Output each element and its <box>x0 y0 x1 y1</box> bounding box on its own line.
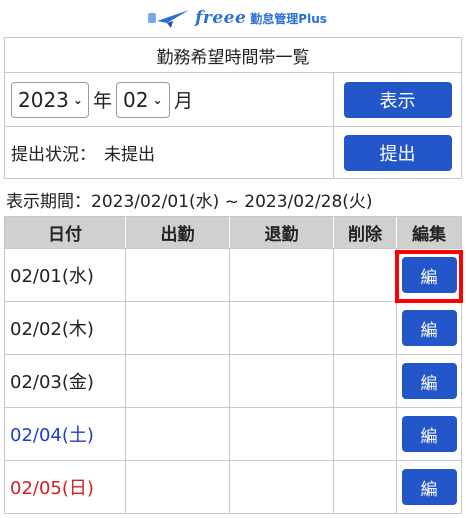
row-date-saturday: 02/04(土) <box>5 408 126 460</box>
row-clock-out <box>230 249 334 301</box>
submit-button-cell: 提出 <box>334 127 461 178</box>
period-filter: 2023 ⌄ 年 02 ⌄ 月 表示 <box>4 72 462 127</box>
row-edit-cell: 編 <box>397 249 461 301</box>
paper-plane-icon <box>148 10 190 28</box>
row-edit-cell: 編 <box>397 355 461 407</box>
row-delete-cell <box>334 408 397 460</box>
header-delete: 削除 <box>334 217 397 248</box>
row-edit-cell: 編 <box>397 408 461 460</box>
row-clock-out <box>230 461 334 513</box>
header-clock-out: 退勤 <box>230 217 334 248</box>
submission-status: 提出状況： 未提出 提出 <box>4 127 462 179</box>
submit-button[interactable]: 提出 <box>343 134 452 171</box>
page-title: 勤務希望時間帯一覧 <box>4 37 462 72</box>
period-selectors: 2023 ⌄ 年 02 ⌄ 月 <box>5 73 334 126</box>
chevron-down-icon: ⌄ <box>72 92 83 107</box>
edit-button[interactable]: 編 <box>401 310 457 346</box>
show-button-cell: 表示 <box>334 73 461 126</box>
brand-product-name: 勤怠管理Plus <box>250 11 327 26</box>
row-delete-cell <box>334 355 397 407</box>
row-date-sunday: 02/05(日) <box>5 461 126 513</box>
edit-button[interactable]: 編 <box>401 469 457 505</box>
header-clock-in: 出勤 <box>126 217 230 248</box>
chevron-down-icon: ⌄ <box>152 92 163 107</box>
app-header: freee 勤怠管理Plus <box>0 0 466 36</box>
row-delete-cell <box>334 249 397 301</box>
status-info: 提出状況： 未提出 <box>5 127 334 178</box>
row-clock-in <box>126 355 230 407</box>
header-edit: 編集 <box>412 225 446 245</box>
month-select[interactable]: 02 ⌄ <box>116 81 171 118</box>
schedule-table: 02/01(水) 編 02/02(木) 編 02/03(金) 編 02/04(土… <box>4 249 462 514</box>
table-row: 02/05(日) 編 <box>4 461 462 514</box>
row-clock-out <box>230 408 334 460</box>
row-clock-out <box>230 302 334 354</box>
row-clock-in <box>126 461 230 513</box>
edit-button[interactable]: 編 <box>401 363 457 399</box>
table-row: 02/04(土) 編 <box>4 408 462 461</box>
status-value: 未提出 <box>104 145 155 165</box>
brand-wordmark: freee <box>195 8 247 28</box>
table-header: 日付 出勤 退勤 削除 編集 <box>4 216 462 249</box>
app-page: freee 勤怠管理Plus 勤務希望時間帯一覧 2023 ⌄ 年 02 ⌄ 月… <box>0 0 466 518</box>
year-unit-label: 年 <box>93 90 113 112</box>
edit-button[interactable]: 編 <box>401 257 457 293</box>
show-button[interactable]: 表示 <box>343 81 452 118</box>
display-period: 表示期間：2023/02/01(水) ~ 2023/02/28(火) <box>6 191 373 212</box>
status-label: 提出状況： <box>11 145 96 165</box>
row-date: 02/02(木) <box>5 302 126 354</box>
row-clock-in <box>126 408 230 460</box>
row-clock-in <box>126 249 230 301</box>
month-select-value: 02 <box>123 87 149 112</box>
row-delete-cell <box>334 302 397 354</box>
month-unit-label: 月 <box>174 90 194 112</box>
edit-button[interactable]: 編 <box>401 416 457 452</box>
year-select[interactable]: 2023 ⌄ <box>11 81 89 118</box>
row-clock-out <box>230 355 334 407</box>
row-date: 02/03(金) <box>5 355 126 407</box>
table-row: 02/02(木) 編 <box>4 302 462 355</box>
row-edit-cell: 編 <box>397 461 461 513</box>
brand-logo[interactable]: freee 勤怠管理Plus <box>147 7 327 29</box>
table-row: 02/03(金) 編 <box>4 355 462 408</box>
row-clock-in <box>126 302 230 354</box>
row-edit-cell: 編 <box>397 302 461 354</box>
row-delete-cell <box>334 461 397 513</box>
year-select-value: 2023 <box>18 87 69 112</box>
row-date: 02/01(水) <box>5 249 126 301</box>
table-row: 02/01(水) 編 <box>4 249 462 302</box>
header-date: 日付 <box>5 217 126 248</box>
